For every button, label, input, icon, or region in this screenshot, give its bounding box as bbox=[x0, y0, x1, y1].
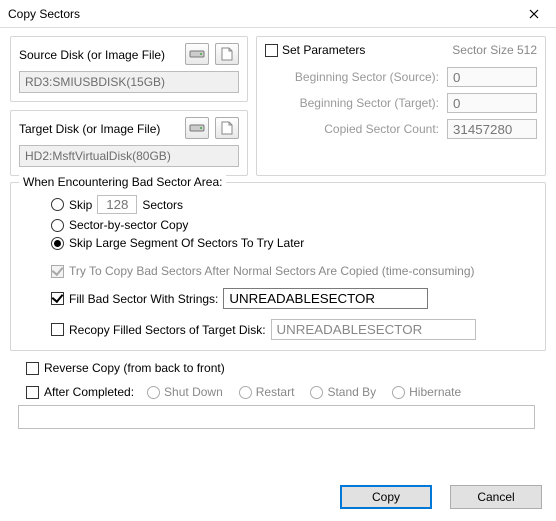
status-field bbox=[18, 405, 535, 429]
cancel-button[interactable]: Cancel bbox=[450, 485, 542, 509]
bad-sector-fieldset: When Encountering Bad Sector Area: Skip … bbox=[10, 182, 546, 351]
copied-sector-count-input[interactable] bbox=[447, 119, 537, 139]
skip-label: Skip bbox=[69, 198, 92, 212]
close-icon bbox=[529, 9, 539, 19]
dialog-content: Source Disk (or Image File) RD3:SMIUSBDI… bbox=[0, 28, 556, 437]
sector-by-sector-radio[interactable] bbox=[51, 219, 64, 232]
parameters-panel: Set Parameters Sector Size 512 Beginning… bbox=[256, 36, 546, 176]
close-button[interactable] bbox=[512, 0, 556, 28]
beginning-sector-source-label: Beginning Sector (Source): bbox=[295, 70, 439, 84]
beginning-sector-target-input[interactable] bbox=[447, 93, 537, 113]
source-disk-value: RD3:SMIUSBDISK(15GB) bbox=[19, 71, 239, 93]
after-restart-option: Restart bbox=[239, 385, 295, 399]
copied-sector-count-label: Copied Sector Count: bbox=[324, 122, 439, 136]
after-shutdown-option: Shut Down bbox=[147, 385, 223, 399]
sector-by-sector-row[interactable]: Sector-by-sector Copy bbox=[51, 218, 535, 232]
target-select-disk-button[interactable] bbox=[185, 117, 209, 139]
skip-suffix: Sectors bbox=[142, 198, 183, 212]
recopy-input bbox=[271, 319, 476, 340]
button-bar: Copy Cancel bbox=[340, 485, 542, 509]
try-copy-bad-checkbox bbox=[51, 265, 64, 278]
disk-icon bbox=[189, 123, 205, 133]
skip-large-row[interactable]: Skip Large Segment Of Sectors To Try Lat… bbox=[51, 236, 535, 250]
bad-sector-legend: When Encountering Bad Sector Area: bbox=[19, 175, 226, 189]
beginning-sector-target-label: Beginning Sector (Target): bbox=[300, 96, 439, 110]
target-disk-panel: Target Disk (or Image File) HD2:MsftVirt… bbox=[10, 110, 248, 176]
copy-button[interactable]: Copy bbox=[340, 485, 432, 509]
window-title: Copy Sectors bbox=[8, 7, 80, 21]
sector-by-sector-label: Sector-by-sector Copy bbox=[69, 218, 188, 232]
set-parameters-checkbox[interactable]: Set Parameters bbox=[265, 43, 365, 57]
target-select-file-button[interactable] bbox=[215, 117, 239, 139]
after-standby-option: Stand By bbox=[310, 385, 376, 399]
fill-bad-label: Fill Bad Sector With Strings: bbox=[69, 292, 218, 306]
after-completed-label: After Completed: bbox=[44, 385, 134, 399]
skip-radio[interactable] bbox=[51, 198, 64, 211]
recopy-checkbox[interactable] bbox=[51, 323, 64, 336]
source-disk-panel: Source Disk (or Image File) RD3:SMIUSBDI… bbox=[10, 36, 248, 102]
beginning-sector-source-input[interactable] bbox=[447, 67, 537, 87]
skip-radio-row[interactable]: Skip Sectors bbox=[51, 195, 535, 214]
titlebar: Copy Sectors bbox=[0, 0, 556, 28]
try-copy-bad-label: Try To Copy Bad Sectors After Normal Sec… bbox=[69, 264, 475, 278]
reverse-copy-label: Reverse Copy (from back to front) bbox=[44, 361, 225, 375]
skip-count-input[interactable] bbox=[97, 195, 137, 214]
source-select-file-button[interactable] bbox=[215, 43, 239, 65]
after-completed-checkbox[interactable] bbox=[26, 386, 39, 399]
source-select-disk-button[interactable] bbox=[185, 43, 209, 65]
skip-large-radio[interactable] bbox=[51, 237, 64, 250]
file-icon bbox=[221, 47, 233, 61]
source-disk-label: Source Disk (or Image File) bbox=[19, 46, 165, 62]
fill-bad-checkbox[interactable] bbox=[51, 292, 64, 305]
after-hibernate-option: Hibernate bbox=[392, 385, 461, 399]
target-disk-label: Target Disk (or Image File) bbox=[19, 120, 160, 136]
reverse-copy-checkbox[interactable] bbox=[26, 362, 39, 375]
set-parameters-label: Set Parameters bbox=[282, 43, 365, 57]
fill-bad-input[interactable] bbox=[223, 288, 428, 309]
target-disk-value: HD2:MsftVirtualDisk(80GB) bbox=[19, 145, 239, 167]
recopy-label: Recopy Filled Sectors of Target Disk: bbox=[69, 323, 266, 337]
sector-size-label: Sector Size 512 bbox=[452, 43, 537, 57]
file-icon bbox=[221, 121, 233, 135]
skip-large-label: Skip Large Segment Of Sectors To Try Lat… bbox=[69, 236, 304, 250]
disk-icon bbox=[189, 49, 205, 59]
